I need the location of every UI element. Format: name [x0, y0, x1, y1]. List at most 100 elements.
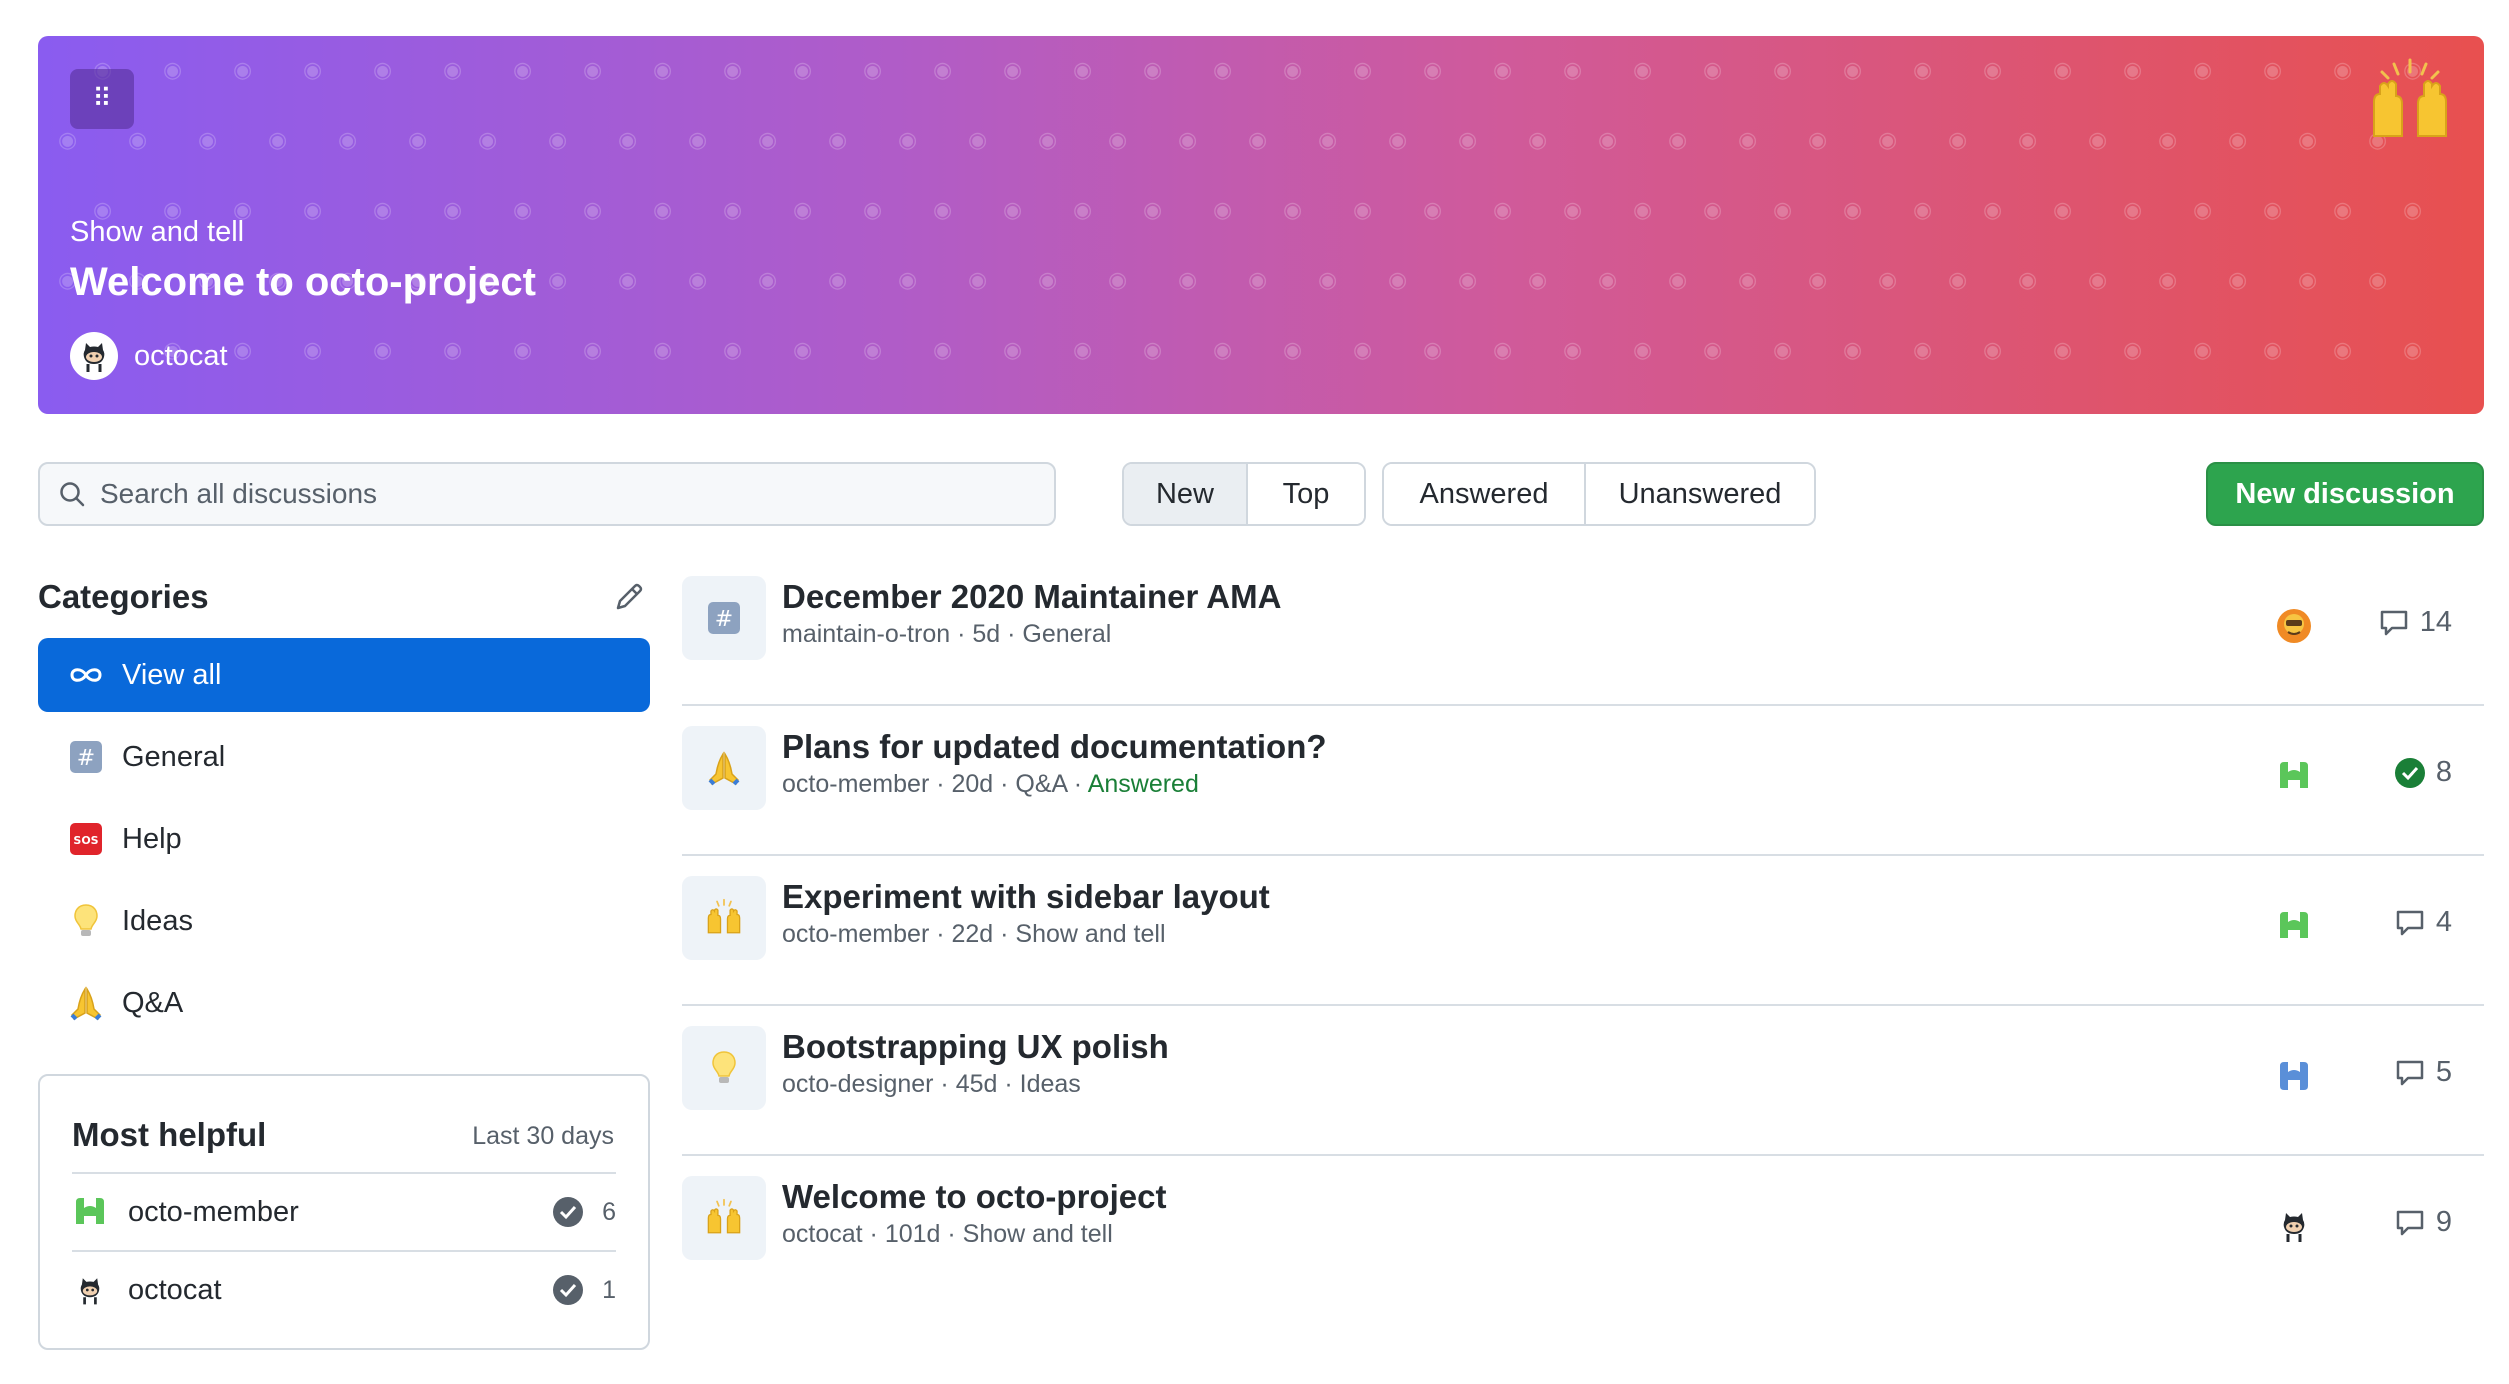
helpful-user-row[interactable]: octocat 1 [72, 1250, 616, 1328]
cat-face-icon: ◉ [618, 268, 638, 293]
discussion-title[interactable]: Experiment with sidebar layout [782, 878, 1270, 916]
octocat-avatar[interactable] [2274, 1206, 2314, 1246]
discussion-category[interactable]: Show and tell [1015, 920, 1165, 948]
category-view-all[interactable]: View all [38, 638, 650, 712]
banner-category[interactable]: Show and tell [70, 216, 244, 249]
cat-face-icon: ◉ [758, 268, 778, 293]
banner-author[interactable]: octocat [70, 332, 228, 380]
cat-face-icon: ◉ [1843, 198, 1863, 223]
helpful-count: 1 [552, 1274, 616, 1306]
discussion-author[interactable]: octo-designer [782, 1070, 933, 1098]
maintainer-avatar[interactable] [2274, 606, 2314, 646]
banner-title[interactable]: Welcome to octo-project [70, 260, 536, 305]
cat-face-icon: ◉ [1878, 128, 1898, 153]
cat-face-icon: ◉ [1773, 338, 1793, 363]
search-bar[interactable] [38, 462, 1056, 526]
cat-face-icon: ◉ [933, 338, 953, 363]
discussion-item[interactable]: # December 2020 Maintainer AMA maintain-… [682, 556, 2484, 706]
cat-face-icon: ◉ [2018, 268, 2038, 293]
cat-face-icon: ◉ [1283, 58, 1303, 83]
comment-count: 9 [2394, 1206, 2452, 1239]
discussion-category[interactable]: Q&A [1015, 770, 1066, 798]
cat-face-icon: ◉ [1318, 128, 1338, 153]
cat-face-icon: ◉ [373, 338, 393, 363]
discussion-author[interactable]: maintain-o-tron [782, 620, 950, 648]
cat-face-icon: ◉ [513, 58, 533, 83]
tab-top[interactable]: Top [1246, 464, 1364, 524]
discussion-title[interactable]: Plans for updated documentation? [782, 728, 1327, 766]
category-general[interactable]: # General [38, 720, 650, 794]
cat-face-icon: ◉ [863, 338, 883, 363]
cat-face-icon: ◉ [1143, 58, 1163, 83]
bulb-icon [682, 1026, 766, 1110]
cat-face-icon: ◉ [1808, 268, 1828, 293]
new-discussion-button[interactable]: New discussion [2206, 462, 2484, 526]
cat-face-icon: ◉ [2403, 198, 2423, 223]
cat-pattern-background: ◉ ◉ ◉ ◉ ◉ ◉ ◉ ◉ ◉ ◉ ◉ ◉ ◉ ◉ ◉ ◉ ◉ ◉ ◉ ◉ ◉ ◉ ◉ ◉ ◉ ◉ ◉ ◉ ◉ ◉ ◉ ◉ ◉ ◉ ◉ ◉ ◉ ◉ ◉ ◉… [38, 36, 2484, 414]
comment-count: 14 [2378, 606, 2452, 639]
cat-face-icon: ◉ [1738, 268, 1758, 293]
discussion-author[interactable]: octo-member [782, 920, 929, 948]
discussion-item[interactable]: Welcome to octo-project octocat · 101d ·… [682, 1156, 2484, 1306]
discussion-category[interactable]: General [1022, 620, 1111, 648]
bulb-icon [68, 903, 104, 939]
cat-face-icon: ◉ [1983, 338, 2003, 363]
cat-face-icon: ◉ [2123, 338, 2143, 363]
category-qa[interactable]: Q&A [38, 966, 650, 1040]
discussion-banner[interactable]: ◉ ◉ ◉ ◉ ◉ ◉ ◉ ◉ ◉ ◉ ◉ ◉ ◉ ◉ ◉ ◉ ◉ ◉ ◉ ◉ ◉ ◉ ◉ ◉ ◉ ◉ ◉ ◉ ◉ ◉ ◉ ◉ ◉ ◉ ◉ ◉ ◉ ◉ ◉ ◉… [38, 36, 2484, 414]
octo-member-avatar[interactable] [2274, 756, 2314, 796]
comment-count-value: 8 [2435, 756, 2452, 788]
cat-face-icon: ◉ [1668, 268, 1688, 293]
helpful-user-row[interactable]: octo-member 6 [72, 1172, 616, 1250]
cat-face-icon: ◉ [1143, 338, 1163, 363]
cat-face-icon: ◉ [933, 198, 953, 223]
cat-face-icon: ◉ [828, 268, 848, 293]
cat-face-icon: ◉ [723, 58, 743, 83]
svg-text:SOS: SOS [73, 834, 98, 847]
cat-face-icon: ◉ [2368, 268, 2388, 293]
cat-face-icon: ◉ [233, 58, 253, 83]
discussion-author[interactable]: octo-member [782, 770, 929, 798]
cat-face-icon: ◉ [618, 128, 638, 153]
search-input[interactable] [100, 478, 1020, 510]
discussion-list: # December 2020 Maintainer AMA maintain-… [682, 556, 2484, 1306]
cat-face-icon: ◉ [1703, 338, 1723, 363]
cat-face-icon: ◉ [1703, 58, 1723, 83]
discussion-title[interactable]: Bootstrapping UX polish [782, 1028, 1169, 1066]
comment-count-value: 14 [2419, 606, 2452, 638]
grabber-icon[interactable]: ⠿ [70, 69, 134, 129]
cat-face-icon: ◉ [723, 338, 743, 363]
cat-face-icon: ◉ [1528, 128, 1548, 153]
category-ideas[interactable]: Ideas [38, 884, 650, 958]
discussion-item[interactable]: Experiment with sidebar layout octo-memb… [682, 856, 2484, 1006]
discussion-item[interactable]: Plans for updated documentation? octo-me… [682, 706, 2484, 856]
tab-unanswered[interactable]: Unanswered [1584, 464, 1814, 524]
discussion-category[interactable]: Show and tell [963, 1220, 1113, 1248]
comment-count-value: 5 [2435, 1056, 2452, 1088]
cat-face-icon: ◉ [1353, 198, 1373, 223]
discussion-item[interactable]: Bootstrapping UX polish octo-designer · … [682, 1006, 2484, 1156]
cat-face-icon: ◉ [2193, 198, 2213, 223]
octo-designer-avatar[interactable] [2274, 1056, 2314, 1096]
cat-face-icon: ◉ [1388, 268, 1408, 293]
discussion-category[interactable]: Ideas [1020, 1070, 1081, 1098]
helpful-count: 6 [552, 1196, 616, 1228]
cat-face-icon: ◉ [1073, 338, 1093, 363]
tab-new[interactable]: New [1124, 464, 1246, 524]
pencil-icon[interactable] [612, 580, 646, 614]
discussion-author[interactable]: octocat [782, 1220, 863, 1248]
comment-count-value: 9 [2435, 1206, 2452, 1238]
cat-face-icon: ◉ [2088, 268, 2108, 293]
octo-member-avatar [76, 1198, 104, 1224]
tab-answered[interactable]: Answered [1384, 464, 1584, 524]
discussion-title[interactable]: Welcome to octo-project [782, 1178, 1166, 1216]
most-helpful-range: Last 30 days [472, 1122, 614, 1150]
cat-face-icon: ◉ [1458, 268, 1478, 293]
helpful-count-value: 6 [602, 1197, 616, 1226]
cat-face-icon: ◉ [968, 128, 988, 153]
discussion-title[interactable]: December 2020 Maintainer AMA [782, 578, 1281, 616]
octo-member-avatar[interactable] [2274, 906, 2314, 946]
octocat-avatar [80, 1278, 100, 1305]
category-help[interactable]: SOS Help [38, 802, 650, 876]
cat-face-icon: ◉ [1073, 198, 1093, 223]
